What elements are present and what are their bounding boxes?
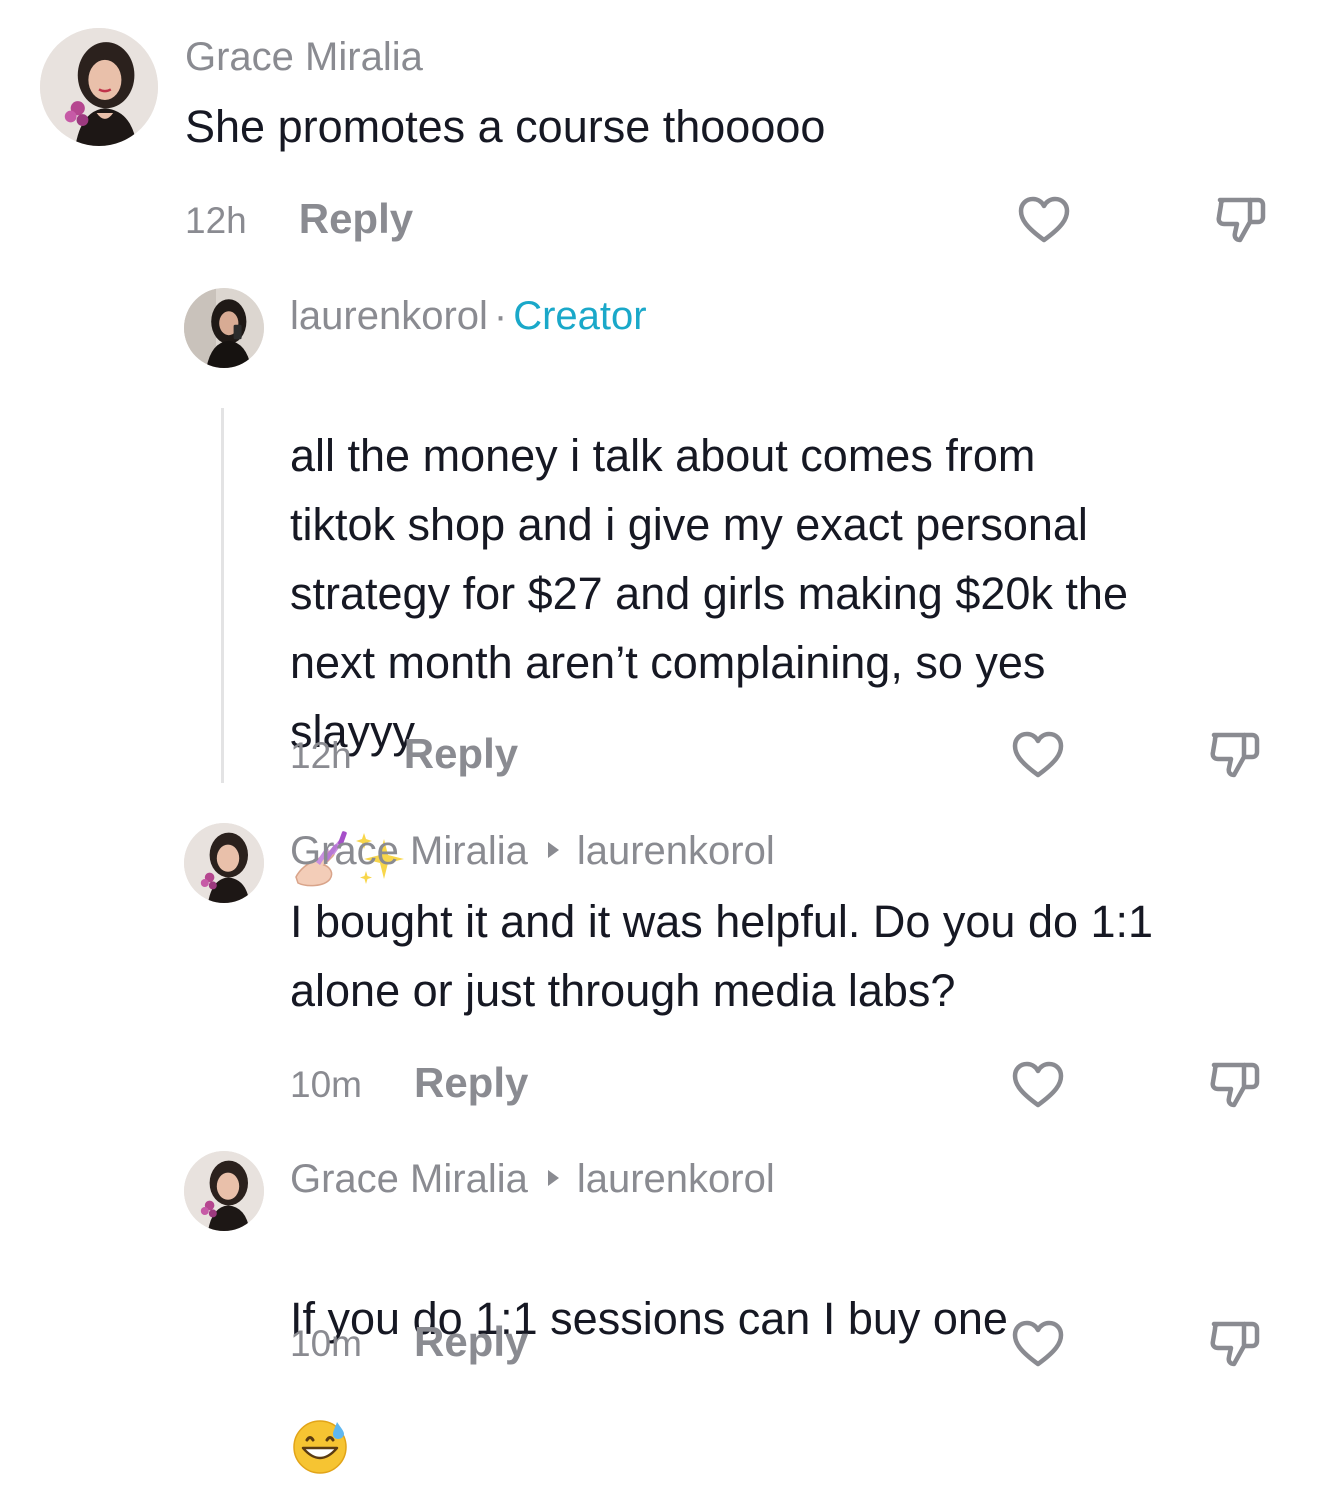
avatar[interactable] — [184, 823, 264, 903]
comment-time: 12h — [290, 735, 352, 776]
avatar-image — [184, 1151, 264, 1231]
heart-outline-icon[interactable] — [1010, 727, 1066, 783]
comment-3: Grace Miralia laurenkorol I bought it and… — [0, 805, 1320, 1125]
avatar-image — [184, 288, 264, 368]
username-text[interactable]: laurenkorol — [290, 294, 488, 338]
reply-button[interactable]: Reply — [414, 1318, 528, 1365]
grinning-sweat-emoji — [290, 1347, 350, 1495]
reply-arrow-icon — [547, 1170, 559, 1187]
avatar[interactable] — [40, 28, 158, 146]
thumbs-down-outline-icon[interactable] — [1212, 190, 1268, 246]
comment-text: I bought it and it was helpful. Do you d… — [290, 896, 1154, 1016]
avatar[interactable] — [184, 288, 264, 368]
comment-username: Grace Miralia laurenkorol — [290, 827, 775, 875]
reply-button[interactable]: Reply — [404, 730, 518, 777]
thumbs-down-outline-icon[interactable] — [1206, 1314, 1262, 1370]
comment-text-body: all the money i talk about comes from ti… — [290, 430, 1128, 757]
comment-meta: 10m Reply — [290, 1059, 528, 1109]
thumbs-down-outline-icon[interactable] — [1206, 725, 1262, 781]
reply-to-username[interactable]: laurenkorol — [577, 1157, 775, 1201]
comment-1: Grace Miralia She promotes a course thoo… — [0, 0, 1320, 270]
comment-meta: 10m Reply — [290, 1318, 528, 1368]
comment-username[interactable]: Grace Miralia — [185, 33, 423, 81]
comment-time: 12h — [185, 200, 247, 241]
comment-meta: 12h Reply — [185, 195, 413, 245]
separator-dot: · — [493, 294, 508, 338]
comment-text: She promotes a course thooooo — [185, 101, 826, 152]
username-text[interactable]: Grace Miralia — [185, 35, 423, 79]
heart-outline-icon[interactable] — [1010, 1316, 1066, 1372]
avatar-image — [40, 28, 158, 146]
avatar[interactable] — [184, 1151, 264, 1231]
comment-time: 10m — [290, 1323, 362, 1364]
comment-username: Grace Miralia laurenkorol — [290, 1155, 775, 1203]
heart-outline-icon[interactable] — [1016, 192, 1072, 248]
reply-arrow-icon — [547, 842, 559, 859]
username-text[interactable]: Grace Miralia — [290, 829, 528, 873]
username-text[interactable]: Grace Miralia — [290, 1157, 528, 1201]
comment-4: Grace Miralia laurenkorol If you do 1:1 s… — [0, 1133, 1320, 1474]
reply-button[interactable]: Reply — [414, 1059, 528, 1106]
comment-username: laurenkorol · Creator — [290, 292, 647, 340]
reply-button[interactable]: Reply — [299, 195, 413, 242]
reply-to-username[interactable]: laurenkorol — [577, 829, 775, 873]
comment-meta: 12h Reply — [290, 730, 518, 780]
creator-badge: Creator — [513, 294, 647, 338]
comment-2: laurenkorol · Creator all the money i talk… — [0, 270, 1320, 887]
heart-outline-icon[interactable] — [1010, 1057, 1066, 1113]
thumbs-down-outline-icon[interactable] — [1206, 1055, 1262, 1111]
avatar-image — [184, 823, 264, 903]
comment-time: 10m — [290, 1064, 362, 1105]
